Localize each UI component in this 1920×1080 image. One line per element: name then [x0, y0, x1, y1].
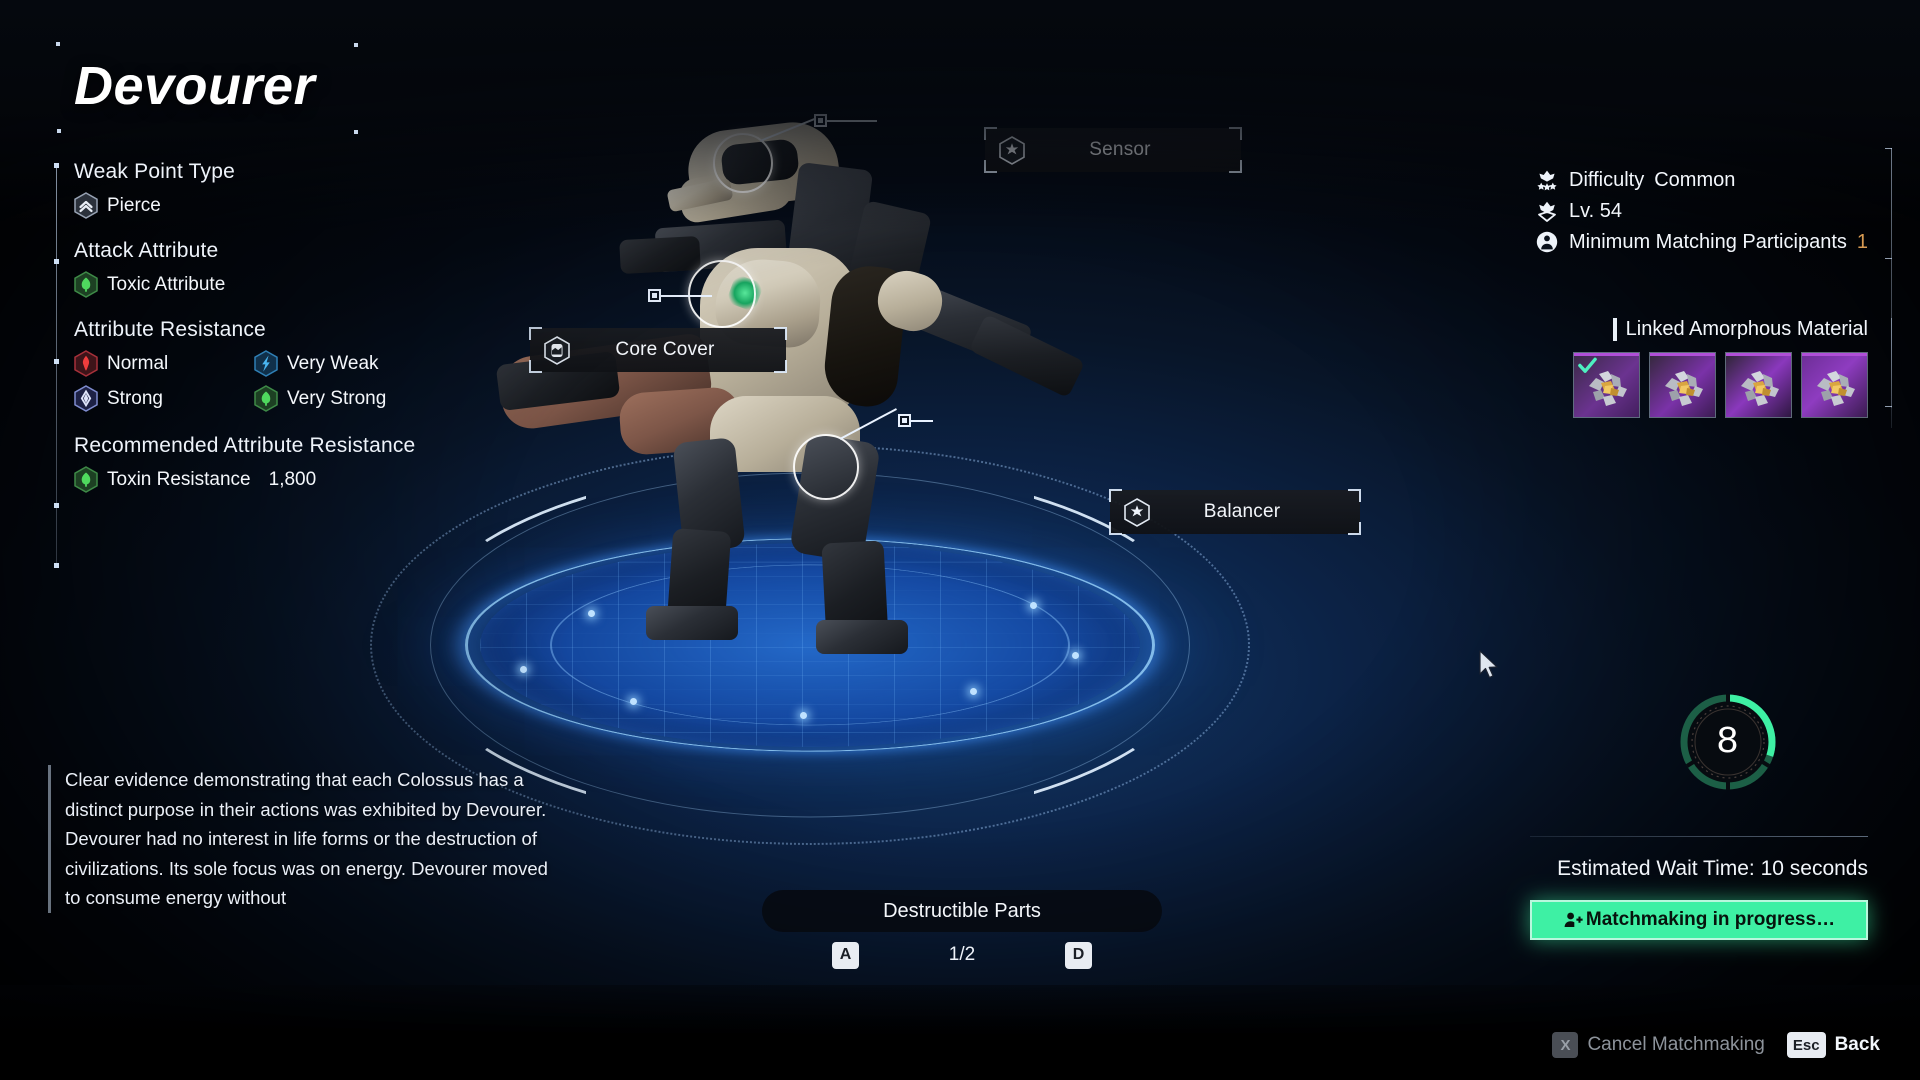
- weak-point-value: Pierce: [107, 194, 161, 216]
- game-screen: Sensor Core Cover Balancer Devourer: [0, 0, 1920, 1080]
- recommended-resistance-heading: Recommended Attribute Resistance: [74, 434, 416, 457]
- deco-dot: [57, 129, 61, 133]
- participants-label: Minimum Matching Participants: [1569, 230, 1847, 253]
- linked-material-slots: [1573, 352, 1868, 418]
- material-slot-3[interactable]: [1725, 352, 1792, 418]
- difficulty-value: Common: [1654, 168, 1736, 191]
- mission-stats: Difficulty Common Lv. 54 Minimum Matchin…: [1535, 168, 1868, 261]
- recommended-resistance-value: 1,800: [268, 468, 317, 490]
- deco-dot: [354, 43, 358, 47]
- deco-dot: [56, 42, 60, 46]
- destructible-parts-label: Destructible Parts: [883, 899, 1041, 922]
- weak-point-heading: Weak Point Type: [74, 160, 235, 183]
- description-text: Clear evidence demonstrating that each C…: [65, 769, 548, 908]
- back-key: Esc: [1786, 1032, 1826, 1058]
- toxic-hex-icon: [254, 385, 278, 412]
- toxic-hex-icon: [74, 466, 98, 493]
- chill-hex-icon: [74, 385, 98, 412]
- add-person-icon: [1563, 910, 1583, 930]
- level-icon: [1535, 199, 1559, 223]
- amorphous-material-icon: [1816, 370, 1855, 406]
- fire-hex-icon: [74, 350, 98, 377]
- cancel-label: Cancel Matchmaking: [1587, 1034, 1765, 1055]
- recommended-resistance-label: Toxin Resistance: [107, 468, 251, 490]
- right-divider: [1530, 836, 1868, 837]
- participants-value: 1: [1856, 230, 1868, 253]
- deco-dot: [354, 130, 358, 134]
- page-title: Devourer: [74, 56, 316, 116]
- amorphous-material-icon: [1740, 370, 1779, 406]
- linked-material-heading: Linked Amorphous Material: [1625, 318, 1868, 340]
- cancel-key: X: [1552, 1032, 1579, 1058]
- back-hint[interactable]: Esc Back: [1786, 1032, 1880, 1058]
- destructible-parts-title: Destructible Parts: [762, 890, 1162, 932]
- recommended-resistance-row: Toxin Resistance 1,800: [74, 466, 514, 493]
- weak-point-row: Pierce: [74, 192, 514, 219]
- footer-hints: X Cancel Matchmaking Esc Back: [1552, 1032, 1880, 1058]
- resistance-item-very-strong: Very Strong: [254, 385, 404, 412]
- participants-icon: [1535, 230, 1559, 254]
- attack-attribute-heading: Attack Attribute: [74, 239, 219, 262]
- next-part-key[interactable]: D: [1064, 941, 1092, 969]
- amorphous-material-icon: [1664, 370, 1703, 406]
- linked-material-header: Linked Amorphous Material: [1612, 318, 1868, 341]
- stats-panel: Weak Point Type Pierce Attack Attribute: [74, 160, 514, 493]
- difficulty-icon: [1535, 168, 1559, 192]
- left-rail: [54, 163, 59, 568]
- resistance-label: Normal: [107, 352, 169, 374]
- attack-attribute-value: Toxic Attribute: [107, 273, 226, 295]
- difficulty-label: Difficulty: [1569, 168, 1645, 191]
- material-slot-2[interactable]: [1649, 352, 1716, 418]
- resistance-row-2: Strong Very Strong: [74, 385, 514, 412]
- cancel-matchmaking-hint[interactable]: X Cancel Matchmaking: [1552, 1032, 1765, 1058]
- matchmaking-button[interactable]: Matchmaking in progress…: [1530, 900, 1868, 940]
- part-page-indicator: 1/2: [948, 944, 976, 965]
- timer-value: 8: [1716, 720, 1740, 764]
- lore-description: Clear evidence demonstrating that each C…: [48, 765, 568, 913]
- material-slot-1[interactable]: [1573, 352, 1640, 418]
- level-row: Lv. 54: [1535, 199, 1868, 223]
- participants-row: Minimum Matching Participants 1: [1535, 230, 1868, 254]
- lightning-hex-icon: [254, 350, 278, 377]
- right-rail-lower: [1891, 318, 1892, 428]
- resistance-label: Very Weak: [287, 352, 379, 374]
- resistance-label: Strong: [107, 387, 163, 409]
- back-label: Back: [1834, 1034, 1880, 1055]
- description-accent-bar: [48, 765, 51, 913]
- mouse-cursor: [1479, 650, 1498, 679]
- resistance-item-very-weak: Very Weak: [254, 350, 404, 377]
- estimated-wait-time: Estimated Wait Time: 10 seconds: [1557, 857, 1868, 880]
- resistance-item-normal: Normal: [74, 350, 224, 377]
- difficulty-row: Difficulty Common: [1535, 168, 1868, 192]
- pierce-hex-icon: [74, 192, 98, 219]
- attribute-resistance-heading: Attribute Resistance: [74, 318, 266, 341]
- section-accent-bar: [1612, 318, 1617, 341]
- level-label: Lv. 54: [1569, 199, 1622, 222]
- selected-check-icon: [1578, 357, 1597, 373]
- matchmaking-button-label: Matchmaking in progress…: [1585, 909, 1836, 930]
- resistance-label: Very Strong: [287, 387, 387, 409]
- destructible-parts-nav: A 1/2 D: [762, 940, 1162, 970]
- prev-part-key[interactable]: A: [832, 941, 859, 969]
- attack-attribute-row: Toxic Attribute: [74, 271, 514, 298]
- resistance-item-strong: Strong: [74, 385, 224, 412]
- toxic-hex-icon: [74, 271, 98, 298]
- material-slot-4[interactable]: [1801, 352, 1868, 418]
- resistance-row-1: Normal Very Weak: [74, 350, 514, 377]
- matchmaking-timer: 8: [1674, 688, 1782, 796]
